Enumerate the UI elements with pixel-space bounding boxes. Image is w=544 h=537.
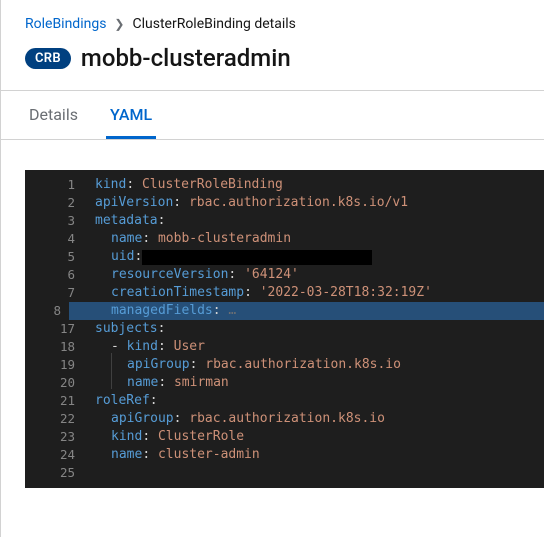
code-line: - kind: User	[95, 338, 528, 356]
gutter-line: 6	[37, 266, 79, 284]
tab-bar: Details YAML	[1, 90, 544, 140]
gutter-line: 23	[37, 428, 79, 446]
code-line: kind: ClusterRoleBinding	[95, 176, 528, 194]
gutter-line: 22	[37, 410, 79, 428]
breadcrumb-root-link[interactable]: RoleBindings	[25, 16, 106, 32]
gutter-line: 1	[37, 176, 79, 194]
gutter-line: 5	[37, 248, 79, 266]
gutter-line: 2	[37, 194, 79, 212]
code-line: uid:	[95, 248, 528, 266]
gutter-line: 3	[37, 212, 79, 230]
code-line: name: mobb-clusteradmin	[95, 230, 528, 248]
gutter-line: 21	[37, 392, 79, 410]
tab-yaml[interactable]: YAML	[106, 91, 156, 139]
code-line: resourceVersion: '64124'	[95, 266, 528, 284]
tab-details[interactable]: Details	[25, 91, 82, 139]
code-line: apiVersion: rbac.authorization.k8s.io/v1	[95, 194, 528, 212]
code-line: name: cluster-admin	[95, 446, 528, 464]
gutter-line: 19	[37, 356, 79, 374]
code-line: name: smirman	[95, 374, 528, 392]
gutter-line: 17	[37, 320, 79, 338]
code-line: creationTimestamp: '2022-03-28T18:32:19Z…	[95, 284, 528, 302]
chevron-right-icon: ❯	[114, 17, 124, 31]
gutter-line: 25	[37, 464, 79, 482]
code-line	[95, 464, 528, 482]
code-line: metadata:	[95, 212, 528, 230]
breadcrumb: RoleBindings ❯ ClusterRoleBinding detail…	[1, 0, 544, 40]
gutter-line: 20	[37, 374, 79, 392]
gutter-line: 18	[37, 338, 79, 356]
code-line: roleRef:	[95, 392, 528, 410]
code-line: kind: ClusterRole	[95, 428, 528, 446]
yaml-editor-container: 12345678›171819202122232425 kind: Cluste…	[1, 140, 544, 488]
code-line: subjects:	[95, 320, 528, 338]
yaml-editor[interactable]: 12345678›171819202122232425 kind: Cluste…	[25, 170, 544, 488]
code-line: apiGroup: rbac.authorization.k8s.io	[95, 356, 528, 374]
editor-gutter: 12345678›171819202122232425	[25, 170, 85, 488]
gutter-line: 7	[37, 284, 79, 302]
gutter-line: 24	[37, 446, 79, 464]
breadcrumb-current: ClusterRoleBinding details	[132, 16, 295, 32]
page-title: mobb-clusteradmin	[81, 44, 291, 72]
gutter-line: 4	[37, 230, 79, 248]
redacted-value	[142, 250, 372, 265]
code-line: apiGroup: rbac.authorization.k8s.io	[95, 410, 528, 428]
resource-badge: CRB	[25, 48, 71, 69]
code-line: managedFields: …	[69, 302, 544, 320]
page-heading-row: CRB mobb-clusteradmin	[1, 40, 544, 90]
editor-code[interactable]: kind: ClusterRoleBindingapiVersion: rbac…	[85, 170, 544, 488]
